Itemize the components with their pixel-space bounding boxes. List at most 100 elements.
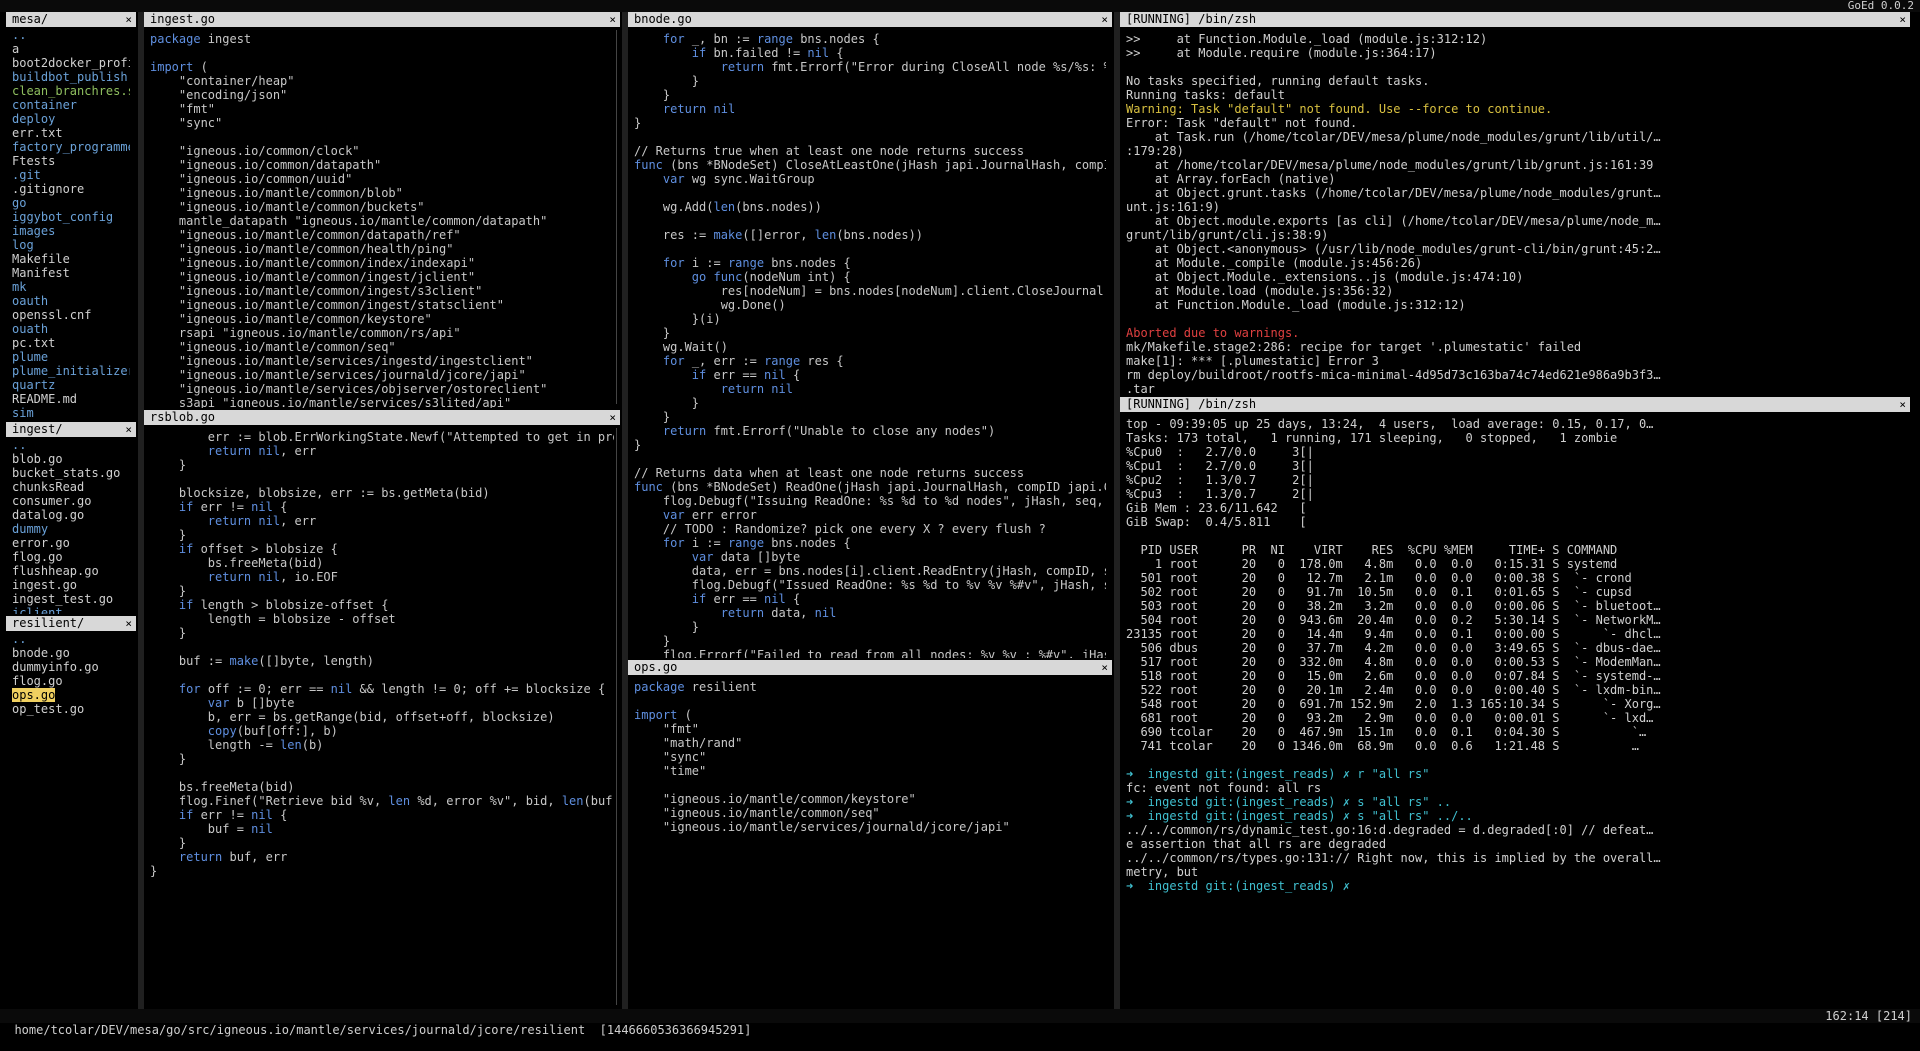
list-item[interactable]: go — [12, 196, 130, 210]
code-editor[interactable]: err := blob.ErrWorkingState.Newf("Attemp… — [144, 430, 620, 1009]
list-item[interactable]: Manifest — [12, 266, 130, 280]
scrollbar[interactable] — [616, 428, 617, 1005]
close-icon[interactable]: × — [1899, 397, 1906, 412]
code-line: "math/rand" — [634, 736, 743, 750]
list-item[interactable]: log — [12, 238, 130, 252]
list-item[interactable]: ingest.go — [12, 578, 130, 592]
list-item[interactable]: chunksRead — [12, 480, 130, 494]
list-item[interactable]: plume — [12, 350, 130, 364]
list-item[interactable]: flog.go — [12, 674, 130, 688]
list-item[interactable]: datalog.go — [12, 508, 130, 522]
list-item[interactable]: error.go — [12, 536, 130, 550]
pane-rsblob-go: rsblob.go × err := blob.ErrWorkingState.N… — [144, 410, 620, 1009]
pane-terminal-2: [RUNNING] /bin/zsh × top - 09:39:05 up 25… — [1120, 397, 1910, 1009]
code-line: flog.Debugf("Issued ReadOne: %s %d to %v… — [691, 578, 1106, 592]
list-item: ➜ ingestd git:(ingest_reads) ✗ — [1126, 879, 1350, 893]
list-item: 1 root 20 0 178.0m 4.8m 0.0 0.0 0:15.31 … — [1126, 557, 1618, 571]
code-line: go func(nodeNum int) { — [691, 270, 851, 284]
list-item[interactable]: container — [12, 98, 130, 112]
code-line: "igneous.io/mantle/common/buckets" — [150, 200, 425, 214]
pane-header[interactable]: rsblob.go × — [144, 410, 620, 425]
list-item: at /home/tcolar/DEV/mesa/plume/node_modu… — [1126, 158, 1654, 172]
code-line: flog.Errorf("Failed to read from all nod… — [662, 648, 1106, 658]
pane-header[interactable]: mesa/ × — [6, 12, 136, 27]
list-item: at Module.load (module.js:356:32) — [1126, 284, 1394, 298]
list-item[interactable]: Ftests — [12, 154, 130, 168]
pane-header[interactable]: [RUNNING] /bin/zsh × — [1120, 397, 1910, 412]
code-line: "igneous.io/mantle/services/objserver/os… — [150, 382, 548, 396]
list-item[interactable]: .. — [12, 632, 130, 646]
code-line: flog.Finef("Retrieve bid %v, len %d, err… — [150, 794, 614, 808]
list-item[interactable]: boot2docker_profile — [12, 56, 130, 70]
list-item[interactable]: .. — [12, 28, 130, 42]
status-bar: home/tcolar/DEV/mesa/go/src/igneous.io/m… — [0, 1009, 1920, 1037]
list-item[interactable]: flushheap.go — [12, 564, 130, 578]
list-item[interactable]: quartz — [12, 378, 130, 392]
code-line: func (bns *BNodeSet) CloseAtLeastOne(jHa… — [634, 158, 1106, 172]
list-item[interactable]: ingest_test.go — [12, 592, 130, 606]
list-item[interactable]: deploy — [12, 112, 130, 126]
list-item[interactable]: sim — [12, 406, 130, 420]
code-line: "container/heap" — [150, 74, 295, 88]
list-item[interactable]: iggybot_config — [12, 210, 130, 224]
close-icon[interactable]: × — [1101, 660, 1108, 675]
pane-bnode-go: bnode.go × for _, bn := range bns.nodes {… — [628, 12, 1112, 658]
list-item[interactable]: dummyinfo.go — [12, 660, 130, 674]
code-line: // Returns data when at least one node r… — [634, 466, 1025, 480]
list-item[interactable]: buildbot_publish — [12, 70, 130, 84]
code-line: s3api "igneous.io/mantle/services/s3lite… — [150, 396, 512, 408]
list-item[interactable]: openssl.cnf — [12, 308, 130, 322]
list-item[interactable]: plume_initializer — [12, 364, 130, 378]
terminal-output[interactable]: top - 09:39:05 up 25 days, 13:24, 4 user… — [1120, 417, 1910, 1009]
list-item[interactable]: .git — [12, 168, 130, 182]
list-item[interactable]: factory_programmer — [12, 140, 130, 154]
close-icon[interactable]: × — [1101, 12, 1108, 27]
list-item: 23135 root 20 0 14.4m 9.4m 0.0 0.1 0:00.… — [1126, 627, 1661, 641]
pane-header[interactable]: [RUNNING] /bin/zsh × — [1120, 12, 1910, 27]
list-item[interactable]: ops.go — [12, 688, 130, 702]
code-line: "igneous.io/mantle/common/keystore" — [634, 792, 916, 806]
scrollbar[interactable] — [616, 30, 617, 404]
list-item[interactable]: oauth — [12, 294, 130, 308]
list-item[interactable]: err.txt — [12, 126, 130, 140]
pane-header[interactable]: resilient/ × — [6, 616, 136, 631]
list-item[interactable]: bucket_stats.go — [12, 466, 130, 480]
close-icon[interactable]: × — [125, 422, 132, 437]
close-icon[interactable]: × — [125, 12, 132, 27]
list-item[interactable]: bnode.go — [12, 646, 130, 660]
pane-header[interactable]: ops.go × — [628, 660, 1112, 675]
list-item[interactable]: clean_branchres.sh — [12, 84, 130, 98]
pane-header[interactable]: bnode.go × — [628, 12, 1112, 27]
code-editor[interactable]: package resilient import ( "fmt" "math/ra… — [628, 680, 1112, 1009]
list-item[interactable]: op_test.go — [12, 702, 130, 716]
code-editor[interactable]: for _, bn := range bns.nodes { if bn.fai… — [628, 32, 1112, 658]
list-item[interactable]: images — [12, 224, 130, 238]
list-item[interactable]: flog.go — [12, 550, 130, 564]
code-editor[interactable]: package ingest import ( "container/heap" … — [144, 32, 620, 408]
list-item[interactable]: pc.txt — [12, 336, 130, 350]
list-item[interactable]: dummy — [12, 522, 130, 536]
list-item[interactable]: a — [12, 42, 130, 56]
code-line: "igneous.io/mantle/common/ingest/s3clien… — [150, 284, 483, 298]
list-item[interactable]: mk — [12, 280, 130, 294]
code-line: "time" — [634, 764, 707, 778]
close-icon[interactable]: × — [1899, 12, 1906, 27]
list-item[interactable]: .gitignore — [12, 182, 130, 196]
close-icon[interactable]: × — [125, 616, 132, 631]
list-item: rm deploy/buildroot/rootfs-mica-minimal-… — [1126, 368, 1661, 382]
list-item[interactable]: blob.go — [12, 452, 130, 466]
pane-header[interactable]: ingest.go × — [144, 12, 620, 27]
list-item[interactable]: jclient — [12, 606, 130, 614]
close-icon[interactable]: × — [609, 410, 616, 425]
code-line: if bn.failed != nil { — [691, 46, 844, 60]
list-item[interactable]: ouath — [12, 322, 130, 336]
list-item[interactable]: README.md — [12, 392, 130, 406]
terminal-output[interactable]: >> at Function.Module._load (module.js:3… — [1120, 32, 1910, 395]
pane-header[interactable]: ingest/ × — [6, 422, 136, 437]
list-item[interactable]: consumer.go — [12, 494, 130, 508]
list-item: 548 root 20 0 691.7m 152.9m 2.0 1.3 165:… — [1126, 697, 1661, 711]
list-item[interactable]: .. — [12, 438, 130, 452]
list-item[interactable]: Makefile — [12, 252, 130, 266]
close-icon[interactable]: × — [609, 12, 616, 27]
code-line: "igneous.io/mantle/common/seq" — [150, 340, 396, 354]
